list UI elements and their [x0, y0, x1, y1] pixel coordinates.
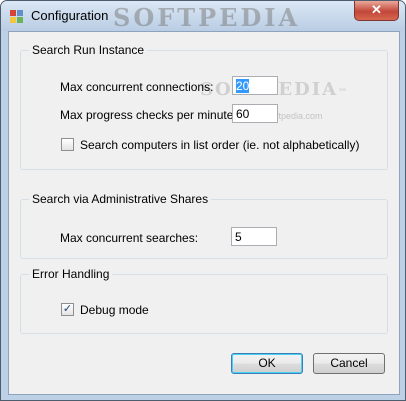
admin-shares-group: Search via Administrative Shares Max con… [20, 192, 388, 259]
close-icon: ✕ [371, 2, 382, 17]
debug-mode-checkbox[interactable]: ✓ [61, 303, 74, 316]
list-order-checkbox[interactable] [61, 138, 74, 151]
error-handling-group: Error Handling ✓ Debug mode [20, 267, 388, 334]
dialog-client-area: SOFTPEDIA™ www.softpedia.com Search Run … [8, 31, 400, 395]
error-handling-title: Error Handling [29, 267, 113, 281]
debug-mode-label[interactable]: Debug mode [80, 303, 149, 317]
max-progress-label: Max progress checks per minute: [60, 108, 237, 122]
title-watermark: SOFTPEDIA [113, 3, 301, 32]
max-searches-label: Max concurrent searches: [60, 231, 199, 245]
checkmark-icon: ✓ [62, 303, 73, 315]
max-searches-input[interactable]: 5 [231, 227, 277, 246]
admin-shares-title: Search via Administrative Shares [29, 192, 212, 206]
search-run-instance-title: Search Run Instance [29, 43, 148, 57]
max-connections-input[interactable]: 20 [232, 76, 278, 95]
app-config-icon [9, 9, 24, 24]
max-connections-label: Max concurrent connections: [60, 80, 214, 94]
max-progress-input[interactable]: 60 [232, 104, 278, 123]
window-title: Configuration [31, 8, 109, 23]
title-bar[interactable]: Configuration SOFTPEDIA ✕ [1, 1, 405, 32]
ok-button[interactable]: OK [231, 353, 303, 374]
cancel-button[interactable]: Cancel [313, 353, 385, 374]
search-run-instance-group: Search Run Instance Max concurrent conne… [20, 43, 388, 170]
list-order-label[interactable]: Search computers in list order (ie. not … [80, 138, 359, 152]
configuration-window: Configuration SOFTPEDIA ✕ SOFTPEDIA™ www… [0, 0, 406, 401]
close-button[interactable]: ✕ [354, 1, 399, 21]
